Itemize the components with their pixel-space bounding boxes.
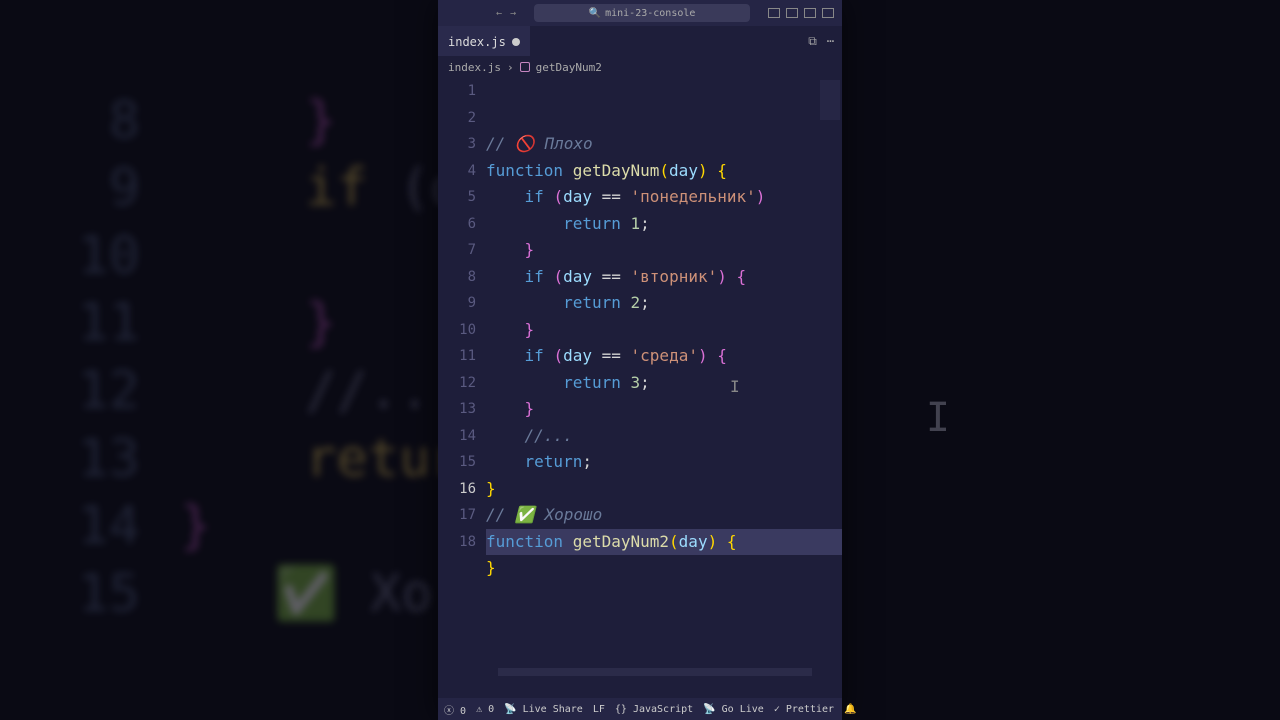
code-line[interactable]: return; <box>486 449 842 476</box>
code-editor[interactable]: 123456789101112131415161718 // 🚫 Плохоfu… <box>438 78 842 698</box>
tab-indexjs[interactable]: index.js <box>438 26 530 56</box>
code-line[interactable]: } <box>486 396 842 423</box>
line-number: 18 <box>438 529 476 556</box>
tab-label: index.js <box>448 35 506 49</box>
breadcrumb-symbol: getDayNum2 <box>536 61 602 74</box>
status-bar: ⓧ 0 ⚠ 0 📡 Live Share LF {} JavaScript 📡 … <box>438 698 842 720</box>
status-prettier[interactable]: ✓ Prettier <box>774 704 834 715</box>
line-number: 6 <box>438 211 476 238</box>
line-number: 2 <box>438 105 476 132</box>
code-line[interactable]: if (day == 'вторник') { <box>486 264 842 291</box>
back-arrow-icon[interactable]: ← <box>496 8 502 19</box>
layout-icon-1[interactable] <box>768 8 780 18</box>
project-name: mini-23-console <box>605 8 695 19</box>
code-line[interactable]: //... <box>486 423 842 450</box>
split-editor-icon[interactable]: ⧉ <box>808 34 817 49</box>
vscode-window: ← → 🔍 mini-23-console index.js ⧉ ⋯ index… <box>438 0 842 720</box>
line-number: 3 <box>438 131 476 158</box>
forward-arrow-icon[interactable]: → <box>510 8 516 19</box>
layout-icon-4[interactable] <box>822 8 834 18</box>
code-line[interactable]: if (day == 'понедельник') <box>486 184 842 211</box>
code-line[interactable]: return 3; <box>486 370 842 397</box>
chevron-right-icon: › <box>507 61 514 74</box>
status-errors[interactable]: ⓧ 0 <box>444 702 466 717</box>
line-number-gutter: 123456789101112131415161718 <box>438 78 486 698</box>
code-line[interactable]: return 2; <box>486 290 842 317</box>
line-number: 13 <box>438 396 476 423</box>
line-number: 12 <box>438 370 476 397</box>
line-number: 9 <box>438 290 476 317</box>
layout-controls <box>768 8 834 18</box>
text-cursor-icon: I <box>730 374 738 390</box>
code-line[interactable]: } <box>486 237 842 264</box>
layout-icon-2[interactable] <box>786 8 798 18</box>
function-icon <box>520 62 530 72</box>
status-liveshare[interactable]: 📡 Live Share <box>504 704 583 715</box>
command-center-search[interactable]: 🔍 mini-23-console <box>534 4 750 22</box>
titlebar: ← → 🔍 mini-23-console <box>438 0 842 26</box>
line-number: 1 <box>438 78 476 105</box>
status-eol[interactable]: LF <box>593 704 605 715</box>
code-line[interactable]: if (day == 'среда') { <box>486 343 842 370</box>
code-line[interactable]: function getDayNum2(day) { <box>486 529 842 556</box>
breadcrumb[interactable]: index.js › getDayNum2 <box>438 56 842 78</box>
line-number: 11 <box>438 343 476 370</box>
line-number: 5 <box>438 184 476 211</box>
status-bell-icon[interactable]: 🔔 <box>844 704 856 715</box>
code-line[interactable] <box>486 582 842 609</box>
code-line[interactable]: } <box>486 476 842 503</box>
unsaved-dot-icon <box>512 38 520 46</box>
line-number: 7 <box>438 237 476 264</box>
line-number: 14 <box>438 423 476 450</box>
status-language[interactable]: {} JavaScript <box>615 704 693 715</box>
breadcrumb-file: index.js <box>448 61 501 74</box>
line-number: 10 <box>438 317 476 344</box>
code-line[interactable]: } <box>486 555 842 582</box>
line-number: 17 <box>438 502 476 529</box>
code-line[interactable]: } <box>486 317 842 344</box>
code-content[interactable]: // 🚫 Плохоfunction getDayNum(day) { if (… <box>486 78 842 698</box>
code-line[interactable]: function getDayNum(day) { <box>486 158 842 185</box>
search-icon: 🔍 <box>589 8 601 19</box>
nav-arrows: ← → <box>496 8 516 19</box>
status-warnings[interactable]: ⚠ 0 <box>476 704 494 715</box>
minimap[interactable] <box>820 80 840 120</box>
ghost-text-cursor: I <box>926 395 950 441</box>
more-actions-icon[interactable]: ⋯ <box>827 34 834 49</box>
status-golive[interactable]: 📡 Go Live <box>703 704 764 715</box>
layout-icon-3[interactable] <box>804 8 816 18</box>
horizontal-scrollbar[interactable] <box>498 668 812 676</box>
tab-bar: index.js ⧉ ⋯ <box>438 26 842 56</box>
code-line[interactable]: // ✅ Хорошо <box>486 502 842 529</box>
line-number: 8 <box>438 264 476 291</box>
code-line[interactable]: return 1; <box>486 211 842 238</box>
line-number: 4 <box>438 158 476 185</box>
code-line[interactable]: // 🚫 Плохо <box>486 131 842 158</box>
line-number: 16 <box>438 476 476 503</box>
line-number: 15 <box>438 449 476 476</box>
